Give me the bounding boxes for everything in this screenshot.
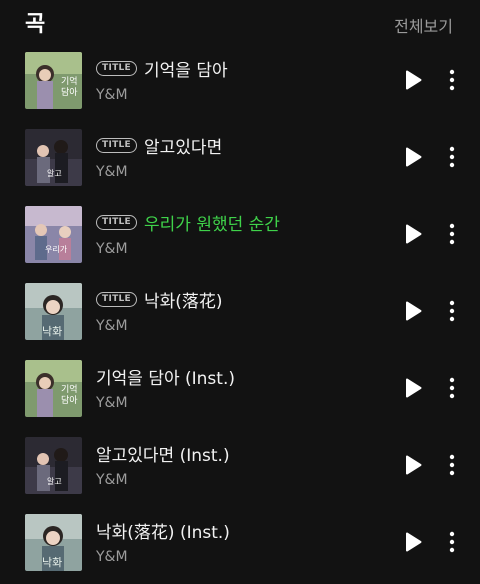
- track-row[interactable]: 낙화 TITLE 낙화(落花) Y&M: [0, 276, 480, 353]
- more-options-button[interactable]: [441, 145, 463, 169]
- svg-text:기억: 기억: [61, 75, 78, 87]
- track-artist[interactable]: Y&M: [96, 164, 128, 180]
- track-title-line: TITLE 우리가 원했던 순간: [96, 210, 280, 235]
- play-button[interactable]: [402, 454, 424, 476]
- track-list: 기억 담아 TITLE 기억을 담아 Y&M 알고 TITLE 알고있다면 Y&M 우리가 TITL…: [0, 45, 480, 584]
- track-title[interactable]: 낙화(落花): [144, 287, 223, 312]
- more-vertical-icon: [441, 454, 463, 481]
- album-art[interactable]: 낙화: [25, 283, 82, 340]
- more-options-button[interactable]: [441, 68, 463, 92]
- track-title-line: TITLE 기억을 담아: [96, 56, 228, 81]
- more-options-button[interactable]: [441, 530, 463, 554]
- title-track-badge: TITLE: [96, 292, 138, 307]
- track-title-line: TITLE 알고있다면: [96, 133, 222, 158]
- track-artist[interactable]: Y&M: [96, 472, 128, 488]
- play-button[interactable]: [402, 531, 424, 553]
- play-button[interactable]: [402, 223, 424, 245]
- more-options-button[interactable]: [441, 376, 463, 400]
- more-options-button[interactable]: [441, 453, 463, 477]
- track-row[interactable]: 낙화 낙화(落花) (Inst.) Y&M: [0, 507, 480, 584]
- track-artist[interactable]: Y&M: [96, 241, 128, 257]
- title-track-badge: TITLE: [96, 61, 138, 76]
- track-title[interactable]: 알고있다면: [144, 133, 222, 158]
- track-title[interactable]: 기억을 담아 (Inst.): [96, 364, 235, 389]
- play-icon: [402, 532, 424, 557]
- track-title[interactable]: 기억을 담아: [144, 56, 228, 81]
- track-row[interactable]: 기억 담아 TITLE 기억을 담아 Y&M: [0, 45, 480, 122]
- track-artist[interactable]: Y&M: [96, 395, 128, 411]
- track-title-line: 알고있다면 (Inst.): [96, 441, 230, 466]
- track-title-line: 기억을 담아 (Inst.): [96, 364, 235, 389]
- album-art[interactable]: 기억 담아: [25, 360, 82, 417]
- track-row[interactable]: 기억 담아 기억을 담아 (Inst.) Y&M: [0, 353, 480, 430]
- track-title[interactable]: 낙화(落花) (Inst.): [96, 518, 230, 543]
- view-all-link[interactable]: 전체보기: [394, 13, 453, 37]
- play-icon: [402, 147, 424, 172]
- svg-text:기억: 기억: [61, 383, 78, 395]
- play-icon: [402, 70, 424, 95]
- play-icon: [402, 224, 424, 249]
- more-vertical-icon: [441, 531, 463, 558]
- track-artist[interactable]: Y&M: [96, 318, 128, 334]
- more-options-button[interactable]: [441, 222, 463, 246]
- album-art[interactable]: 알고: [25, 129, 82, 186]
- play-button[interactable]: [402, 146, 424, 168]
- title-track-badge: TITLE: [96, 215, 138, 230]
- more-vertical-icon: [441, 69, 463, 96]
- section-header: 곡 전체보기: [0, 0, 480, 44]
- track-title-line: 낙화(落花) (Inst.): [96, 518, 230, 543]
- section-title: 곡: [25, 12, 47, 37]
- album-art[interactable]: 낙화: [25, 514, 82, 571]
- play-icon: [402, 378, 424, 403]
- track-row[interactable]: 알고 알고있다면 (Inst.) Y&M: [0, 430, 480, 507]
- svg-text:낙화: 낙화: [42, 556, 62, 569]
- track-artist[interactable]: Y&M: [96, 549, 128, 565]
- track-artist[interactable]: Y&M: [96, 87, 128, 103]
- album-art[interactable]: 우리가: [25, 206, 82, 263]
- svg-text:낙화: 낙화: [42, 325, 62, 338]
- album-art[interactable]: 기억 담아: [25, 52, 82, 109]
- svg-text:담아: 담아: [61, 86, 78, 98]
- more-vertical-icon: [441, 300, 463, 327]
- svg-text:우리가: 우리가: [45, 245, 68, 254]
- track-title[interactable]: 우리가 원했던 순간: [144, 210, 280, 235]
- track-row[interactable]: 알고 TITLE 알고있다면 Y&M: [0, 122, 480, 199]
- track-title-line: TITLE 낙화(落花): [96, 287, 223, 312]
- title-track-badge: TITLE: [96, 138, 138, 153]
- more-vertical-icon: [441, 146, 463, 173]
- play-icon: [402, 455, 424, 480]
- svg-text:알고: 알고: [47, 168, 62, 178]
- track-title[interactable]: 알고있다면 (Inst.): [96, 441, 230, 466]
- more-vertical-icon: [441, 377, 463, 404]
- play-icon: [402, 301, 424, 326]
- track-row[interactable]: 우리가 TITLE 우리가 원했던 순간 Y&M: [0, 199, 480, 276]
- album-art[interactable]: 알고: [25, 437, 82, 494]
- svg-text:알고: 알고: [47, 476, 62, 486]
- more-options-button[interactable]: [441, 299, 463, 323]
- more-vertical-icon: [441, 223, 463, 250]
- play-button[interactable]: [402, 69, 424, 91]
- play-button[interactable]: [402, 377, 424, 399]
- play-button[interactable]: [402, 300, 424, 322]
- svg-text:담아: 담아: [61, 394, 78, 406]
